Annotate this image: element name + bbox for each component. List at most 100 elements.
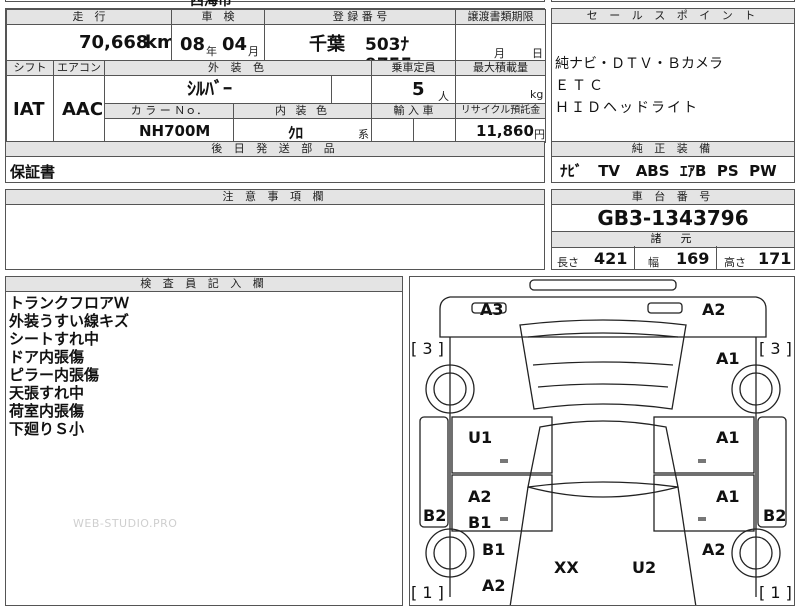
inspection-cell: 08 年 04 月 [171, 24, 265, 61]
max-load-header: 最大積載量 [455, 60, 546, 76]
chassis-value: GB3-1343796 [597, 206, 749, 230]
capacity-value: 5 [412, 79, 425, 100]
damage-right-rear-door: A1 [716, 428, 740, 447]
damage-front-right: U2 [632, 558, 657, 577]
vehicle-info-grid: 走 行 車 検 登 録 番 号 譲渡書類期限 70,668 km 08 年 04… [5, 8, 546, 143]
color-no-value: NH700M [139, 122, 211, 140]
interior-color-value: ｸﾛ [288, 124, 304, 142]
dimensions-header: 諸 元 [552, 231, 794, 248]
recycle-cell: 11,860 円 [455, 118, 546, 143]
width-value: 169 [676, 249, 710, 268]
exterior-color-extra [331, 75, 372, 104]
capacity-unit: 人 [438, 90, 449, 103]
caution-panel: 注 意 事 項 欄 [5, 189, 545, 270]
genuine-equipment-panel: 純 正 装 備 ﾅﾋﾞ TV ABS ｴｱB PS PW [551, 141, 795, 183]
import-cell-b [413, 118, 456, 143]
inspection-year-unit: 年 [206, 45, 217, 58]
inspector-note: ピラー内張傷 [9, 366, 100, 384]
damage-right-front-door: A1 [716, 487, 740, 506]
exterior-color-value: ｼﾙﾊﾞｰ [187, 79, 232, 100]
hood-top-line [527, 486, 679, 498]
rear-bumper-outline [529, 279, 677, 291]
aircon-cell: AAC [53, 75, 105, 143]
damage-right-side: B2 [763, 506, 787, 525]
dim-divider-2 [716, 246, 717, 270]
damage-left-rear-door: U1 [468, 428, 493, 447]
inspection-header: 車 検 [171, 9, 265, 25]
inspector-notes: トランクフロアＷ 外装うすい線キズ シートすれ中 ドア内張傷 ピラー内張傷 天張… [9, 294, 129, 438]
inspector-note: シートすれ中 [9, 330, 100, 348]
door-handle [500, 459, 508, 463]
inspector-panel: 検 査 員 記 入 欄 トランクフロアＷ 外装うすい線キズ シートすれ中 ドア内… [5, 276, 403, 606]
interior-color-suffix: 系 [358, 128, 369, 141]
damage-left-front-num: [ 1 ] [411, 583, 444, 602]
dimensions-row: 長さ 421 幅 169 高さ 171 [552, 246, 794, 270]
inspector-note: 天張すれ中 [9, 384, 85, 402]
import-header: 輸 入 車 [371, 103, 456, 119]
top-clip-right [551, 0, 795, 2]
inspection-month-unit: 月 [248, 45, 259, 58]
selling-point-1: 純ナビ・ＤＴＶ・Ｂカメラ [555, 56, 723, 72]
roof-mid-line [532, 361, 674, 366]
recycle-header: リサイクル預託金 [455, 103, 546, 119]
caution-header: 注 意 事 項 欄 [6, 190, 544, 205]
inspection-year: 08 [180, 34, 206, 55]
recycle-value: 11,860 [476, 122, 534, 140]
width-label: 幅 [648, 256, 659, 269]
exterior-color-cell: ｼﾙﾊﾞｰ [104, 75, 332, 104]
door-handle [500, 517, 508, 521]
damage-left-front-wheel: B1 [482, 540, 506, 559]
car-diagram-panel: A3 A2 [ 3 ] A1 [ 3 ] U1 A1 A2 A1 B2 B1 B… [409, 276, 795, 606]
registration-header: 登 録 番 号 [264, 9, 456, 25]
inspector-note: 外装うすい線キズ [9, 312, 130, 330]
transfer-cell: 月 日 [455, 24, 546, 61]
damage-front-left: XX [554, 558, 579, 577]
interior-color-header: 内 装 色 [233, 103, 372, 119]
selling-points-header: セ ー ル ス ポ イ ン ト [552, 9, 794, 24]
height-value: 171 [758, 249, 792, 268]
shift-header: シフト [6, 60, 54, 76]
recycle-unit: 円 [534, 128, 545, 141]
height-label: 高さ [724, 256, 746, 269]
genuine-equipment-header: 純 正 装 備 [552, 142, 794, 157]
damage-rear-right: A2 [702, 300, 726, 319]
length-label: 長さ [557, 256, 579, 269]
later-parts-panel: 後 日 発 送 部 品 保証書 [5, 141, 545, 183]
dim-divider-1 [634, 246, 635, 270]
exterior-color-header: 外 装 色 [104, 60, 372, 76]
registration-region: 千葉 [309, 34, 345, 55]
color-no-header: カ ラ ー Ｎｏ． [104, 103, 234, 119]
genuine-equipment-list: ﾅﾋﾞ TV ABS ｴｱB PS PW [560, 160, 777, 181]
mileage-value: 70,668 [79, 32, 149, 53]
watermark: WEB-STUDIO.PRO [73, 517, 178, 530]
registration-cell: 千葉 503ﾅ9755 [264, 24, 456, 75]
equipment-airbag: ｴｱB [680, 162, 707, 180]
mileage-cell: 70,668 km [6, 24, 176, 61]
aircon-header: エアコン [53, 60, 105, 76]
inspector-note: ドア内張傷 [9, 348, 85, 366]
equipment-pw: PW [749, 162, 777, 180]
aircon-value: AAC [62, 99, 104, 120]
chassis-header: 車 台 番 号 [552, 190, 794, 205]
damage-left-side: B2 [423, 506, 447, 525]
damage-left-front-corner: A2 [482, 576, 506, 595]
top-clip-row [5, 0, 545, 2]
damage-left-front-door-a: A2 [468, 487, 492, 506]
max-load-cell: kg [455, 75, 546, 104]
damage-rear-left: A3 [480, 300, 504, 319]
damage-right-rear-wheel-mark: A1 [716, 349, 740, 368]
import-cell-a [371, 118, 414, 143]
later-parts-value: 保証書 [10, 163, 56, 181]
selling-point-2: ＥＴＣ [555, 78, 606, 94]
left-front-door [451, 474, 553, 532]
shift-value: IAT [13, 99, 45, 120]
mileage-header: 走 行 [6, 9, 172, 25]
equipment-tv: TV [598, 162, 621, 180]
transfer-day-unit: 日 [532, 47, 543, 60]
door-handle [698, 517, 706, 521]
transfer-header: 譲渡書類期限 [455, 9, 546, 25]
later-parts-header: 後 日 発 送 部 品 [6, 142, 544, 157]
inspector-note: トランクフロアＷ [9, 294, 130, 312]
length-value: 421 [594, 249, 628, 268]
equipment-ps: PS [716, 162, 739, 180]
